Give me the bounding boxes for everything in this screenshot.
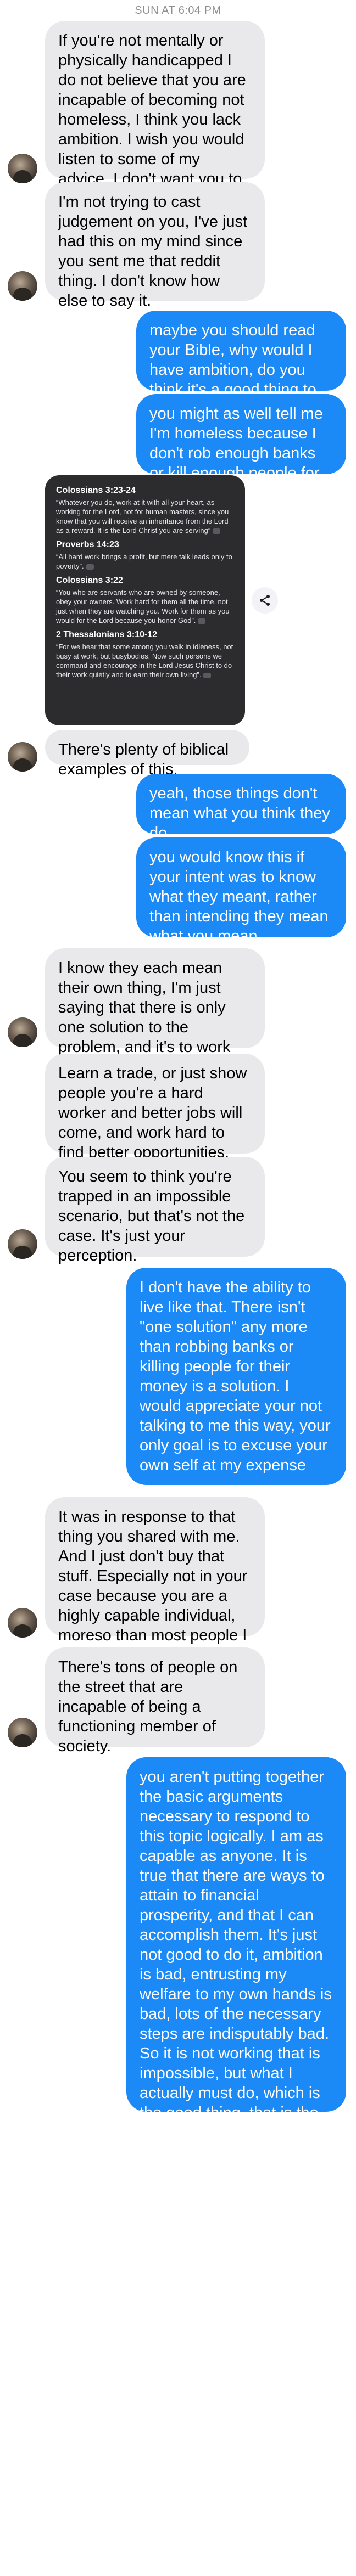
message-bubble-outgoing[interactable]: you might as well tell me I'm homeless b…	[136, 394, 346, 502]
message-bubble-incoming[interactable]: If you're not mentally or physically han…	[45, 21, 265, 247]
verse-text: “Whatever you do, work at it with all yo…	[56, 498, 229, 535]
message-bubble-incoming[interactable]: It was in response to that thing you sha…	[45, 1497, 265, 1664]
message-bubble-incoming[interactable]: You seem to think you're trapped in an i…	[45, 1157, 265, 1264]
avatar[interactable]	[8, 742, 37, 772]
avatar[interactable]	[8, 1718, 37, 1747]
verse-reference: Colossians 3:22	[56, 576, 123, 585]
verse-marker-icon	[213, 528, 221, 534]
message-bubble-outgoing[interactable]: you aren't putting together the basic ar…	[126, 1757, 346, 2161]
verse-text: “All hard work brings a profit, but mere…	[56, 553, 232, 570]
verse-reference: Colossians 3:23-24	[56, 486, 136, 495]
share-icon	[260, 595, 270, 606]
message-bubble-outgoing[interactable]: yeah, those things don't mean what you t…	[136, 774, 346, 842]
avatar[interactable]	[8, 154, 37, 183]
avatar[interactable]	[8, 1017, 37, 1047]
message-bubble-incoming[interactable]: I know they each mean their own thing, I…	[45, 948, 265, 1076]
verse-marker-icon	[203, 672, 212, 678]
verse-marker-icon	[86, 564, 94, 570]
message-bubble-outgoing[interactable]: you would know this if your intent was t…	[136, 837, 346, 945]
share-button[interactable]	[252, 587, 278, 614]
conversation-timestamp: SUN AT 6:04 PM	[135, 4, 221, 16]
message-bubble-incoming[interactable]: There's tons of people on the street tha…	[45, 1647, 265, 1755]
verse-marker-icon	[198, 618, 206, 624]
avatar[interactable]	[8, 271, 37, 301]
avatar[interactable]	[8, 1608, 37, 1638]
verse-text: “You who are servants who are owned by s…	[56, 588, 230, 625]
verse-reference: 2 Thessalonians 3:10-12	[56, 630, 158, 639]
message-bubble-incoming[interactable]: I'm not trying to cast judgement on you,…	[45, 182, 265, 310]
verse-text: “For we hear that some among you walk in…	[56, 643, 233, 679]
bible-verses-image[interactable]: Colossians 3:23-24 “Whatever you do, wor…	[45, 475, 245, 725]
avatar[interactable]	[8, 1229, 37, 1259]
message-bubble-outgoing[interactable]: I don't have the ability to live like th…	[126, 1268, 346, 1485]
message-bubble-outgoing[interactable]: maybe you should read your Bible, why wo…	[136, 311, 346, 418]
verse-reference: Proverbs 14:23	[56, 540, 119, 549]
message-bubble-incoming[interactable]: Learn a trade, or just show people you'r…	[45, 1054, 265, 1161]
message-bubble-incoming[interactable]: There's plenty of biblical examples of t…	[45, 730, 249, 778]
